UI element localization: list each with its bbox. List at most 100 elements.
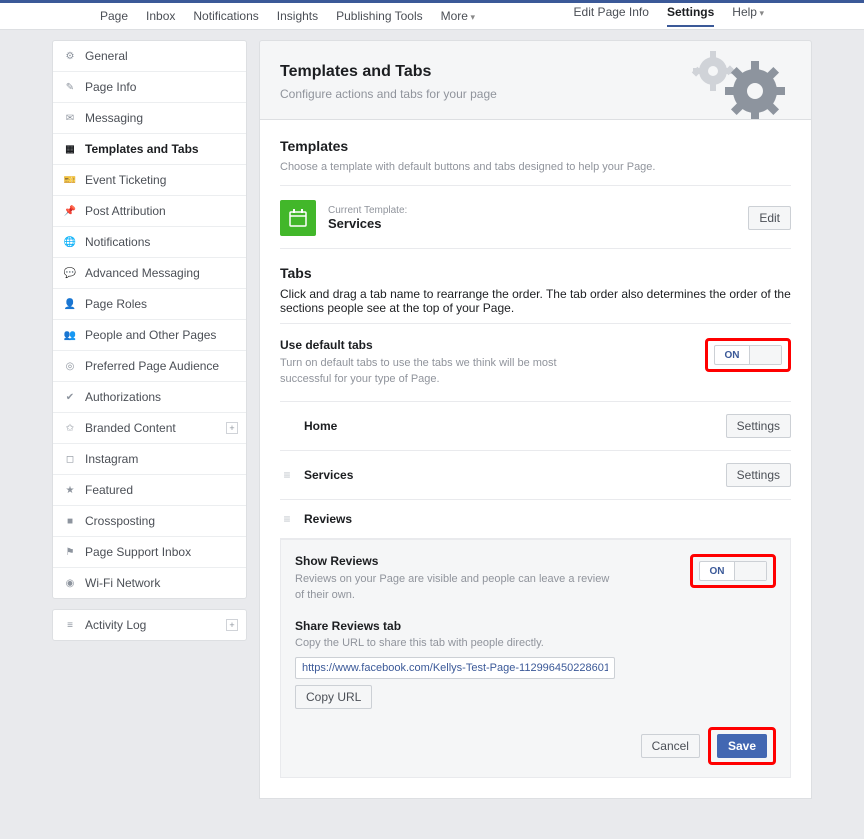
- sidebar-item-label: Featured: [85, 483, 133, 497]
- use-default-tabs-toggle[interactable]: ON: [714, 345, 782, 365]
- sidebar-item-label: Post Attribution: [85, 204, 166, 218]
- highlight-reviews-toggle: ON: [690, 554, 776, 588]
- reviews-url-input[interactable]: [295, 657, 615, 679]
- sidebar-item-advanced-messaging[interactable]: 💬 Advanced Messaging: [53, 258, 246, 289]
- use-default-tabs-row: Use default tabs Turn on default tabs to…: [280, 324, 791, 402]
- globe-icon: 🌐: [63, 235, 77, 249]
- sidebar-item-preferred-page-audience[interactable]: ◎ Preferred Page Audience: [53, 351, 246, 382]
- sidebar-item-label: Page Roles: [85, 297, 147, 311]
- highlight-save-button: Save: [708, 727, 776, 765]
- current-template-row: Current Template: Services Edit: [280, 186, 791, 249]
- show-reviews-desc: Reviews on your Page are visible and peo…: [295, 572, 615, 603]
- top-nav-right: Edit Page Info Settings Help: [574, 5, 764, 27]
- tab-name: Services: [304, 468, 716, 482]
- sidebar-item-label: Templates and Tabs: [85, 142, 199, 156]
- settings-sidebar: ⚙General✎Page Info ✉ Messaging ▦ Templates a…: [52, 40, 247, 651]
- templates-desc: Choose a template with default buttons a…: [280, 160, 791, 175]
- top-nav-left: Page Inbox Notifications Insights Publis…: [100, 9, 475, 23]
- expand-icon: +: [226, 619, 238, 631]
- grid-icon: ▦: [63, 142, 77, 156]
- sidebar-item-instagram[interactable]: ◻Instagram: [53, 444, 246, 475]
- sidebar-item-featured[interactable]: ★ Featured: [53, 475, 246, 506]
- nav-page[interactable]: Page: [100, 9, 128, 23]
- page-header: Templates and Tabs Configure actions and…: [259, 40, 812, 120]
- sidebar-item-event-ticketing[interactable]: 🎫Event Ticketing: [53, 165, 246, 196]
- nav-publishing-tools[interactable]: Publishing Tools: [336, 9, 423, 23]
- check-icon: ✔: [63, 390, 77, 404]
- nav-help[interactable]: Help: [732, 5, 764, 27]
- template-current-label: Current Template:: [328, 205, 748, 216]
- nav-more[interactable]: More: [441, 9, 475, 23]
- sidebar-item-people-and-other-pages[interactable]: 👥 People and Other Pages: [53, 320, 246, 351]
- chat-icon: 💬: [63, 266, 77, 280]
- toggle-knob: [734, 562, 766, 580]
- sidebar-item-authorizations[interactable]: ✔Authorizations: [53, 382, 246, 413]
- use-default-title: Use default tabs: [280, 338, 600, 352]
- top-nav: Page Inbox Notifications Insights Publis…: [0, 0, 864, 30]
- sidebar-item-label: Crossposting: [85, 514, 155, 528]
- target-icon: ◎: [63, 359, 77, 373]
- sidebar-item-wi-fi-network[interactable]: ◉ Wi-Fi Network: [53, 568, 246, 598]
- sidebar-item-crossposting[interactable]: ■Crossposting: [53, 506, 246, 537]
- star-icon: ★: [63, 483, 77, 497]
- sidebar-item-label: People and Other Pages: [85, 328, 216, 342]
- main-content: Templates and Tabs Configure actions and…: [259, 40, 812, 799]
- sidebar-item-notifications[interactable]: 🌐 Notifications: [53, 227, 246, 258]
- list-icon: ≡: [63, 618, 77, 632]
- sidebar-activity-log[interactable]: ≡ Activity Log +: [53, 610, 246, 640]
- toggle-knob: [749, 346, 781, 364]
- people-icon: 👥: [63, 328, 77, 342]
- flag-icon: ⚑: [63, 545, 77, 559]
- tab-row-reviews: ≡ Reviews: [280, 500, 791, 539]
- template-current-name: Services: [328, 216, 748, 231]
- tab-row-services: ≡ Services Settings: [280, 451, 791, 500]
- nav-inbox[interactable]: Inbox: [146, 9, 175, 23]
- toggle-on-label: ON: [715, 350, 749, 361]
- sidebar-item-label: Preferred Page Audience: [85, 359, 219, 373]
- edit-template-button[interactable]: Edit: [748, 206, 791, 230]
- templates-section: Templates Choose a template with default…: [280, 120, 791, 186]
- nav-settings[interactable]: Settings: [667, 5, 714, 27]
- sidebar-item-branded-content[interactable]: ✩ Branded Content +: [53, 413, 246, 444]
- highlight-default-toggle: ON: [705, 338, 791, 372]
- reviews-settings-panel: Show Reviews Reviews on your Page are vi…: [280, 539, 791, 778]
- star-outline-icon: ✩: [63, 421, 77, 435]
- ticket-icon: 🎫: [63, 173, 77, 187]
- share-reviews-desc: Copy the URL to share this tab with peop…: [295, 637, 776, 649]
- sidebar-item-page-roles[interactable]: 👤Page Roles: [53, 289, 246, 320]
- nav-insights[interactable]: Insights: [277, 9, 318, 23]
- copy-url-button[interactable]: Copy URL: [295, 685, 372, 709]
- nav-edit-page-info[interactable]: Edit Page Info: [574, 5, 649, 27]
- wifi-icon: ◉: [63, 576, 77, 590]
- tab-settings-button[interactable]: Settings: [726, 463, 791, 487]
- sidebar-item-messaging[interactable]: ✉ Messaging: [53, 103, 246, 134]
- reviews-actions: Cancel Save: [295, 727, 776, 765]
- drag-handle-icon[interactable]: ≡: [280, 468, 294, 482]
- sidebar-item-label: Branded Content: [85, 421, 176, 435]
- sidebar-item-templates-and-tabs[interactable]: ▦ Templates and Tabs: [53, 134, 246, 165]
- toggle-on-label: ON: [700, 566, 734, 577]
- pencil-icon: ✎: [63, 80, 77, 94]
- instagram-icon: ◻: [63, 452, 77, 466]
- save-button[interactable]: Save: [717, 734, 767, 758]
- gears-illustration: [683, 47, 793, 120]
- nav-notifications[interactable]: Notifications: [193, 9, 258, 23]
- envelope-icon: ✉: [63, 111, 77, 125]
- tab-name: Reviews: [304, 512, 791, 526]
- sidebar-item-post-attribution[interactable]: 📌Post Attribution: [53, 196, 246, 227]
- tab-settings-button[interactable]: Settings: [726, 414, 791, 438]
- sidebar-item-label: Notifications: [85, 235, 150, 249]
- sidebar-item-label: Messaging: [85, 111, 143, 125]
- sidebar-item-label: Wi-Fi Network: [85, 576, 160, 590]
- sidebar-item-general[interactable]: ⚙General: [53, 41, 246, 72]
- tabs-desc: Click and drag a tab name to rearrange t…: [280, 287, 791, 315]
- sidebar-item-label: General: [85, 49, 128, 63]
- show-reviews-toggle[interactable]: ON: [699, 561, 767, 581]
- sidebar-item-page-support-inbox[interactable]: ⚑Page Support Inbox: [53, 537, 246, 568]
- drag-handle-icon[interactable]: ≡: [280, 512, 294, 526]
- sidebar-item-label: Advanced Messaging: [85, 266, 200, 280]
- sidebar-item-page-info[interactable]: ✎Page Info: [53, 72, 246, 103]
- template-calendar-icon: [280, 200, 316, 236]
- expand-icon: +: [226, 422, 238, 434]
- cancel-button[interactable]: Cancel: [641, 734, 700, 758]
